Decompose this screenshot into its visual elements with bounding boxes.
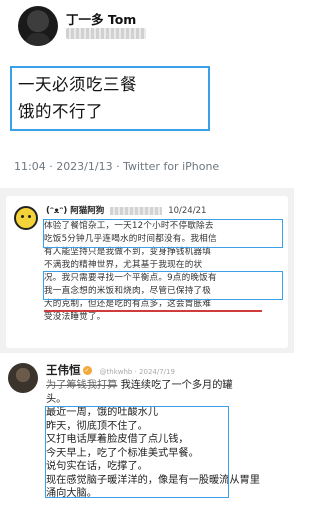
highlight-box — [43, 219, 283, 248]
timestamp-strip: 11:04 · 2023/1/13 · Twitter for iPhone — [0, 148, 294, 188]
weibo-username[interactable]: (ᵔᴥᵔ) 阿猫阿狗 — [46, 206, 104, 216]
weibo-user-line: 王伟恒 ✓ @thkwhb · 2024/7/19 — [46, 362, 175, 378]
tweet-line: 一天必须吃三餐 — [18, 75, 137, 94]
highlight-box — [43, 271, 283, 300]
red-underline — [44, 310, 262, 312]
weibo-text: 我连续吃了一个多月的罐 — [120, 380, 233, 391]
weibo-username[interactable]: 王伟恒 — [46, 363, 81, 377]
struck-text: 为了筹钱我打算 — [46, 380, 118, 391]
weibo-line: 受没法睡觉了。 — [44, 312, 106, 322]
tweet-timestamp: 11:04 · 2023/1/13 · Twitter for iPhone — [14, 160, 220, 173]
weibo-line: 为了筹钱我打算 我连续吃了一个多月的罐 — [46, 379, 286, 393]
highlight-box — [45, 406, 229, 498]
weibo-card: (ᵔᴥᵔ) 阿猫阿狗 10/24/21 体验了餐馆杂工，一天12个小时不停歇除去… — [6, 196, 288, 348]
tweet-line: 饿的不行了 — [18, 102, 103, 121]
weibo-user-line: (ᵔᴥᵔ) 阿猫阿狗 10/24/21 — [46, 204, 206, 216]
weibo-screenshot-2: 王伟恒 ✓ @thkwhb · 2024/7/19 为了筹钱我打算 我连续吃了一个… — [0, 353, 294, 529]
blurred-handle — [110, 206, 163, 215]
avatar[interactable] — [14, 206, 38, 230]
avatar[interactable] — [18, 6, 58, 46]
weibo-meta: @thkwhb · 2024/7/19 — [99, 368, 175, 376]
avatar[interactable] — [8, 363, 38, 393]
weibo-screenshot-1: (ᵔᴥᵔ) 阿猫阿狗 10/24/21 体验了餐馆杂工，一天12个小时不停歇除去… — [0, 188, 294, 353]
tweet-card: 丁一多 Tom 一天必须吃三餐 饿的不行了 — [0, 0, 294, 131]
weibo-date: 10/24/21 — [168, 206, 207, 216]
weibo-line: 头。 — [46, 393, 67, 405]
author-name[interactable]: 丁一多 Tom — [66, 9, 136, 28]
blurred-handle — [66, 28, 146, 39]
tweet-text: 一天必须吃三餐 饿的不行了 — [10, 66, 210, 131]
verified-badge-icon: ✓ — [82, 366, 92, 375]
